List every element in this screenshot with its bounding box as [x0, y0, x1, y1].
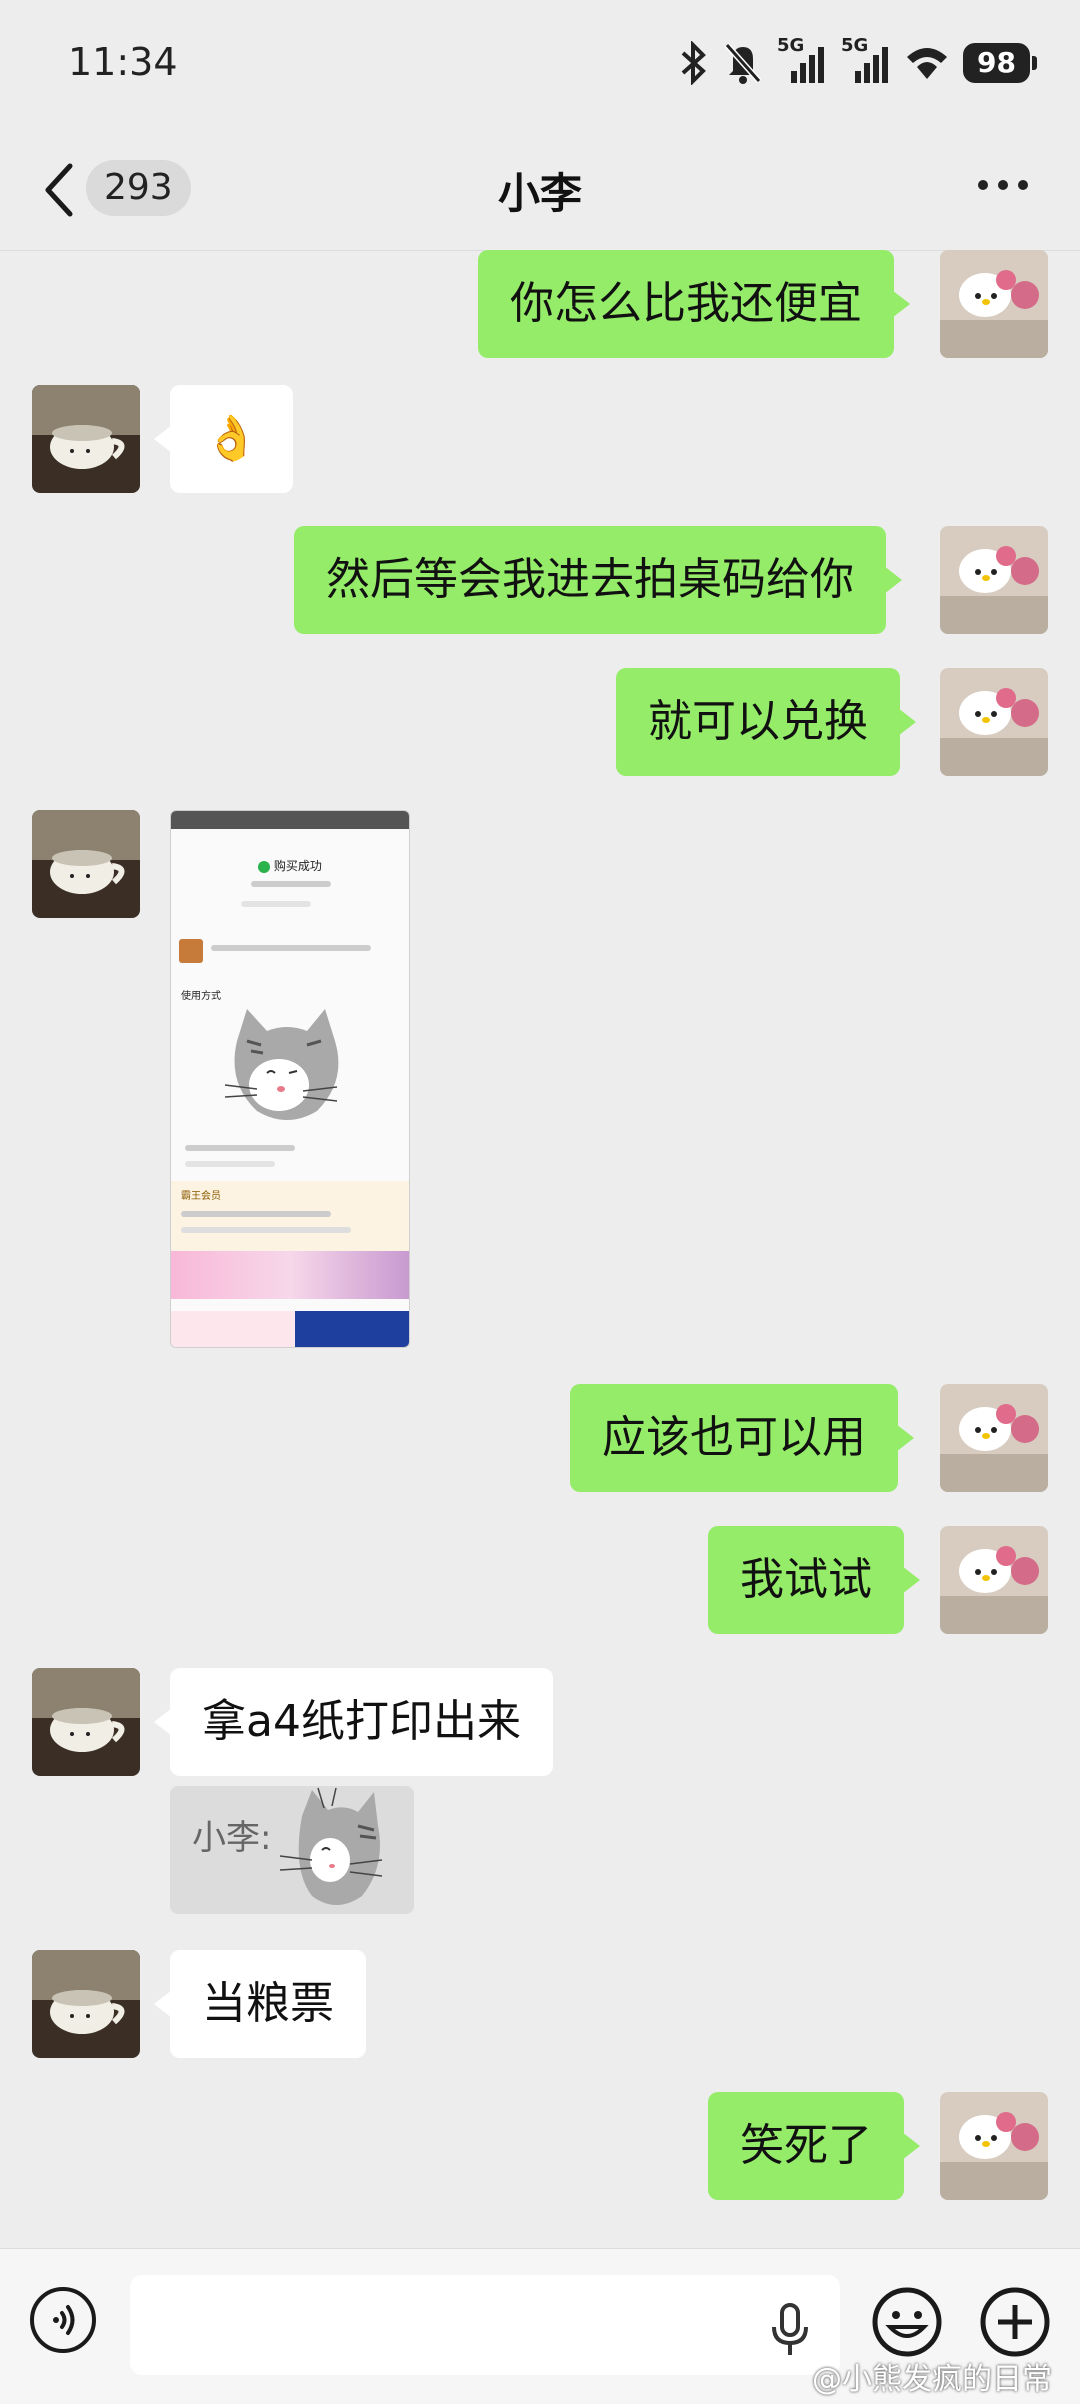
message-bubble-outgoing[interactable]: 就可以兑换 [616, 668, 916, 776]
contact-avatar[interactable] [32, 1668, 140, 1776]
my-avatar[interactable] [940, 2092, 1048, 2200]
message-bubble-outgoing[interactable]: 笑死了 [708, 2092, 920, 2200]
screenshot-line [251, 881, 331, 887]
message-input[interactable] [130, 2275, 840, 2375]
microphone-icon[interactable] [770, 2301, 810, 2357]
message-bubble-outgoing[interactable]: 你怎么比我还便宜 [478, 250, 910, 358]
cat-sticker-thumbnail [279, 1787, 383, 1905]
message-bubble-incoming[interactable]: 拿a4纸打印出来 [154, 1668, 553, 1776]
bluetooth-icon [681, 41, 706, 85]
chat-header: 293 小李 [0, 130, 1080, 251]
contact-avatar[interactable] [32, 1950, 140, 2058]
signal-icon-2: 5G [841, 35, 891, 85]
screenshot-line [185, 1145, 295, 1151]
my-avatar[interactable] [940, 526, 1048, 634]
cat-sticker-overlay [224, 1009, 339, 1120]
status-bar: 11:34 5G 5G 98 [0, 0, 1080, 130]
quoted-sender: 小李: [192, 1818, 272, 1858]
my-avatar[interactable] [940, 1384, 1048, 1492]
screenshot-button [295, 1311, 409, 1347]
my-avatar[interactable] [940, 1526, 1048, 1634]
input-bar: @小熊发疯的日常 [0, 2248, 1080, 2404]
screenshot-line [241, 901, 311, 907]
screenshot-line [211, 945, 371, 951]
more-options-icon[interactable] [976, 178, 1030, 192]
message-bubble-incoming[interactable]: 👌 [154, 385, 293, 493]
wifi-icon [907, 48, 948, 79]
mute-bell-icon [724, 43, 762, 84]
my-avatar[interactable] [940, 668, 1048, 776]
screenshot-header: 购买成功 [171, 857, 409, 874]
signal-icon-1: 5G [777, 35, 827, 85]
weibo-watermark: @小熊发疯的日常 [812, 2362, 1052, 2397]
plus-icon[interactable] [980, 2287, 1050, 2357]
message-bubble-outgoing[interactable]: 我试试 [708, 1526, 920, 1634]
voice-wave-icon [53, 2305, 75, 2335]
screenshot-section-label: 使用方式 [181, 991, 221, 1002]
message-bubble-incoming[interactable]: 当粮票 [154, 1950, 366, 2058]
contact-avatar[interactable] [32, 385, 140, 493]
my-avatar[interactable] [940, 250, 1048, 358]
status-icons: 5G 5G 98 [677, 35, 1037, 88]
screenshot-button [171, 1311, 295, 1347]
screenshot-status-bar [171, 811, 409, 829]
emoji-icon[interactable] [872, 2287, 942, 2357]
screenshot-thumb [179, 939, 203, 963]
message-bubble-outgoing[interactable]: 应该也可以用 [570, 1384, 914, 1492]
clock: 11:34 [68, 40, 178, 84]
battery-indicator: 98 [963, 43, 1037, 83]
screenshot-banner [171, 1251, 409, 1299]
contact-avatar[interactable] [32, 810, 140, 918]
chat-title: 小李 [497, 169, 582, 218]
shared-screenshot-image[interactable]: 购买成功 使用方式 霸王会员 [170, 810, 410, 1348]
voice-toggle-button[interactable] [30, 2287, 96, 2353]
message-bubble-outgoing[interactable]: 然后等会我进去拍桌码给你 [294, 526, 902, 634]
message-list[interactable]: 你怎么比我还便宜 👌 然后等会我进去拍桌码给你 就可以兑换 购买成功 使用方式 [0, 250, 1080, 2248]
screenshot-line [185, 1161, 275, 1167]
screenshot-member-card: 霸王会员 [171, 1181, 409, 1251]
quoted-message[interactable]: 小李: [170, 1786, 414, 1914]
